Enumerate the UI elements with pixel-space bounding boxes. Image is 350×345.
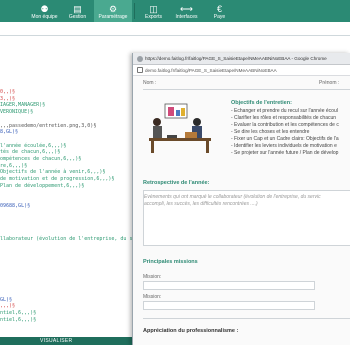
objectif-item: - Se projeter sur l'année future / Plan … bbox=[231, 150, 339, 156]
address-bar[interactable]: demo.faitlog.fr/faitlog/PAGE_S_SaisieEta… bbox=[133, 65, 350, 76]
code-line: 3,,)§ bbox=[0, 95, 16, 102]
code-line: 0,,)§ bbox=[0, 89, 16, 95]
appreciation-title: Appréciation du professionnalisme : bbox=[143, 328, 239, 334]
code-line: 09688,GL)§ bbox=[0, 202, 31, 209]
nav-item-label: Paye bbox=[213, 14, 226, 20]
top-navigation: ⚉ Mon équipe ▤ Gestion ⚙ Paramétrage ◫ E… bbox=[0, 0, 350, 22]
missions-title: Principales missions bbox=[143, 259, 198, 265]
divider bbox=[143, 318, 350, 319]
visualiser-button[interactable]: VISUALISER bbox=[40, 337, 72, 345]
export-icon: ◫ bbox=[149, 4, 158, 14]
code-line: ,,,passedemo/entretien.png,3,0)§ bbox=[0, 122, 97, 129]
divider bbox=[143, 89, 350, 90]
nav-item-mon-equipe[interactable]: ⚉ Mon équipe bbox=[28, 0, 61, 22]
interview-illustration bbox=[149, 103, 211, 153]
objectif-item: - Fixer un Cap et un Cadre clairs: Objec… bbox=[231, 136, 339, 142]
retrospective-title: Retrospective de l'année: bbox=[143, 180, 210, 186]
code-line: ntiel,6,,,)§ bbox=[0, 316, 37, 323]
code-line: de motivation et de progression,6,,,)§ bbox=[0, 176, 115, 183]
code-line: IAGER,MANAGER)§ bbox=[0, 102, 46, 109]
code-line: VERONIQUE)§ bbox=[0, 109, 34, 116]
objectif-item: - Echanger et prendre du recul sur l'ann… bbox=[231, 108, 338, 114]
nav-separator bbox=[134, 3, 135, 19]
euro-icon: € bbox=[216, 4, 222, 14]
lock-icon bbox=[137, 67, 143, 73]
nav-item-interfaces[interactable]: ⟷ Interfaces bbox=[170, 0, 203, 22]
nav-item-label: Paramétrage bbox=[98, 14, 128, 20]
mission-input-2[interactable] bbox=[143, 301, 315, 310]
nav-logo-area bbox=[0, 0, 28, 22]
code-line: Plan de développement,6,,,)§ bbox=[0, 182, 85, 189]
nav-item-paye[interactable]: € Paye bbox=[203, 0, 236, 22]
window-titlebar: https://demo.faitlog.fr/faitlog/PAGE_S_S… bbox=[133, 53, 350, 65]
objectifs-list: - Echanger et prendre du recul sur l'ann… bbox=[231, 108, 339, 157]
nav-item-gestion[interactable]: ▤ Gestion bbox=[61, 0, 94, 22]
code-line: 8,GL)§ bbox=[0, 129, 19, 136]
code-line: ,,,)§ bbox=[0, 303, 16, 310]
objectif-item: - Identifier les leviers individuels de … bbox=[231, 143, 337, 149]
code-editor[interactable]: 0,,)§ 3,,)§ IAGER,MANAGER)§ VERONIQUE)§ ,,,p… bbox=[0, 37, 163, 337]
url-text: demo.faitlog.fr/faitlog/PAGE_S_SaisieEta… bbox=[145, 67, 277, 73]
retrospective-textarea[interactable]: Evènements qui ont marqué le collaborate… bbox=[143, 190, 350, 246]
objectif-item: - Evaluer la contribution et les compéte… bbox=[231, 122, 339, 128]
sub-toolbar bbox=[0, 22, 350, 36]
gear-icon: ⚙ bbox=[108, 4, 118, 14]
code-line: ompétences de chacun,6,,,)§ bbox=[0, 156, 82, 162]
mission-input-1[interactable] bbox=[143, 281, 315, 290]
nav-item-label: Exports bbox=[145, 14, 162, 20]
code-line: tés de chacun,6,,,)§ bbox=[0, 149, 61, 156]
retrospective-placeholder-line-1: Evènements qui ont marqué le collaborate… bbox=[144, 194, 321, 200]
objectifs-title: Objectifs de l'entretien: bbox=[231, 100, 292, 106]
share-icon: ⟷ bbox=[180, 4, 193, 14]
nav-item-exports[interactable]: ◫ Exports bbox=[137, 0, 170, 22]
nav-item-label: Interfaces bbox=[175, 14, 198, 20]
popup-window: https://demo.faitlog.fr/faitlog/PAGE_S_S… bbox=[132, 53, 350, 345]
team-icon: ⚉ bbox=[40, 4, 49, 14]
chrome-icon bbox=[137, 55, 143, 62]
code-line: Objectifs de l'année à venir,6,,,)§ bbox=[0, 169, 106, 176]
nav-item-parametrage[interactable]: ⚙ Paramétrage bbox=[94, 0, 132, 22]
prenom-label: Prénom : bbox=[319, 80, 340, 86]
objectif-item: - Se dire les choses et les entendre bbox=[231, 129, 310, 135]
chart-icon: ▤ bbox=[73, 4, 82, 14]
popup-content: Nom : Prénom : Objectifs de l'entretien: bbox=[133, 76, 350, 345]
retrospective-placeholder-line-2: accompli, les succès, les difficultés re… bbox=[144, 201, 258, 207]
nav-item-label: Mon équipe bbox=[31, 14, 58, 20]
code-line: GL)§ bbox=[0, 296, 13, 303]
mission-label-2: Mission: bbox=[143, 294, 162, 300]
mission-label-1: Mission: bbox=[143, 274, 162, 280]
objectif-item: - Clarifier les rôles et responsabilités… bbox=[231, 115, 337, 121]
screen: { "nav": { "items": [ {"label": "Mon équ… bbox=[0, 0, 350, 345]
nom-label: Nom : bbox=[143, 80, 157, 86]
code-line: ntiel,6,,,)§ bbox=[0, 310, 37, 317]
window-title: https://demo.faitlog.fr/faitlog/PAGE_S_S… bbox=[145, 56, 327, 61]
nav-item-label: Gestion bbox=[68, 14, 87, 20]
